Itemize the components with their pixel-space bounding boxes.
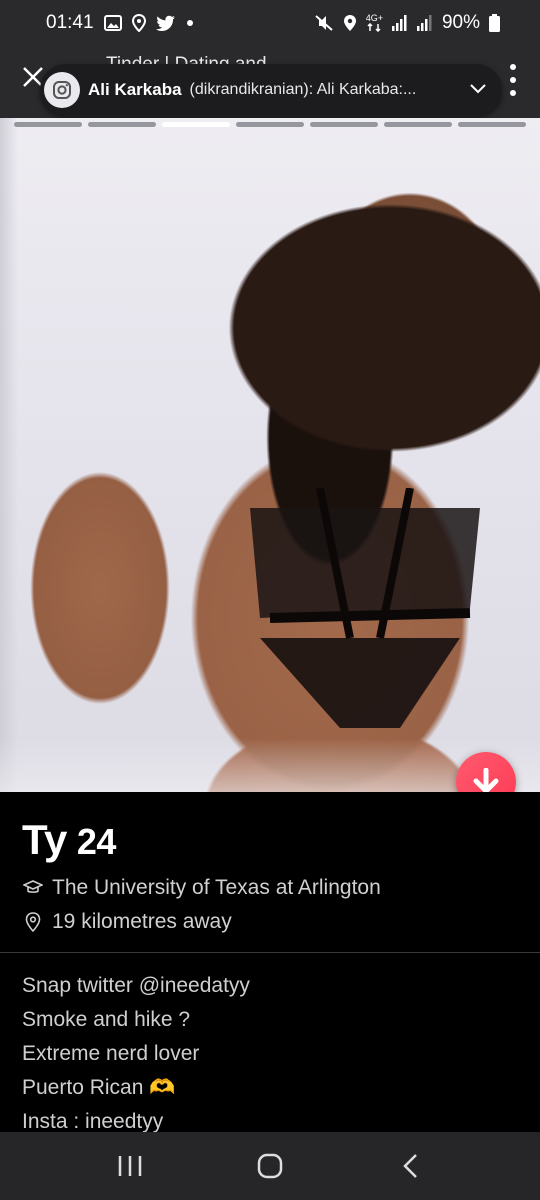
bio-line: Extreme nerd lover [22, 1042, 200, 1065]
home-button[interactable] [240, 1136, 300, 1196]
photo-detail [250, 488, 480, 728]
profile-info: Ty 24 The University of Texas at Arlingto… [0, 792, 540, 1133]
gallery-icon [103, 15, 122, 31]
network-type: 4G+ [365, 13, 383, 23]
twitter-icon [155, 15, 176, 32]
profile-photo[interactable] [0, 118, 540, 792]
location-pin-icon [22, 911, 44, 933]
progress-segment[interactable] [88, 122, 156, 127]
divider [0, 952, 540, 953]
instagram-icon [44, 72, 80, 108]
progress-segment[interactable] [310, 122, 378, 127]
dot-icon [186, 19, 194, 27]
bio-line: Puerto Rican 🫶 [22, 1076, 176, 1099]
photo-progress [14, 122, 526, 128]
app-top-bar: Tinder | Dating and Ali Karkaba (dikrand… [0, 46, 540, 118]
progress-segment[interactable] [162, 122, 230, 127]
data-arrows-icon: 4G+ [366, 14, 383, 32]
notification-text: (dikrandikranian): Ali Karkaba:... [189, 81, 417, 98]
more-vertical-icon [510, 64, 516, 70]
bio-line: Smoke and hike ? [22, 1008, 191, 1031]
menu-dot [510, 77, 516, 83]
chevron-down-icon[interactable] [470, 81, 486, 99]
notification-banner[interactable]: Ali Karkaba (dikrandikranian): Ali Karka… [40, 64, 502, 116]
profile-age: 24 [76, 821, 117, 862]
photo-wall-shadow [0, 118, 18, 792]
location-icon [343, 14, 357, 32]
recents-icon [118, 1156, 142, 1176]
progress-segment[interactable] [14, 122, 82, 127]
status-bar: 01:41 4G+ 90% [0, 0, 540, 46]
progress-segment[interactable] [236, 122, 304, 127]
home-icon [257, 1153, 283, 1179]
status-time: 01:41 [46, 12, 94, 33]
signal-icon [391, 15, 408, 31]
profile-school: The University of Texas at Arlington [52, 876, 381, 899]
signal-icon [416, 15, 433, 31]
profile-header: Ty 24 [22, 816, 116, 864]
back-icon [403, 1154, 417, 1178]
recents-button[interactable] [100, 1136, 160, 1196]
more-options-button[interactable] [506, 64, 520, 96]
progress-segment[interactable] [458, 122, 526, 127]
mute-icon [314, 14, 334, 32]
battery-icon [489, 14, 500, 32]
progress-segment[interactable] [384, 122, 452, 127]
distance-line: 19 kilometres away [22, 910, 232, 934]
battery-percent: 90% [441, 12, 480, 33]
school-line: The University of Texas at Arlington [22, 876, 381, 900]
back-button[interactable] [380, 1136, 440, 1196]
profile-bio: Snap twitter @ineedatyy Smoke and hike ?… [22, 972, 250, 1142]
notification-sender: Ali Karkaba [88, 80, 182, 99]
bio-line: Snap twitter @ineedatyy [22, 974, 250, 997]
menu-dot [510, 90, 516, 96]
graduation-cap-icon [22, 877, 44, 899]
profile-distance: 19 kilometres away [52, 910, 232, 933]
profile-name: Ty [22, 816, 67, 863]
location-icon [131, 14, 146, 32]
system-nav-bar [0, 1132, 540, 1200]
